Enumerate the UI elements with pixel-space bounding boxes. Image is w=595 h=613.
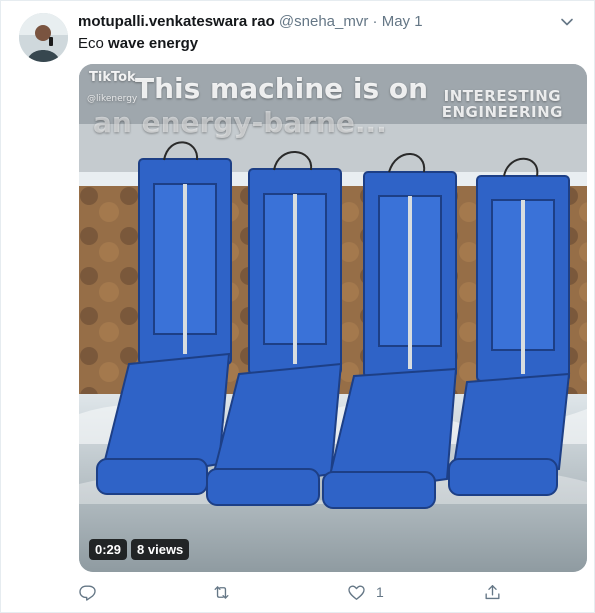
video-player[interactable]: TikTok @likenergy This machine is on an … (79, 64, 587, 572)
tweet-card[interactable]: motupalli.venkateswara rao @sneha_mvr · … (0, 0, 595, 613)
tweet-text-plain: Eco (78, 35, 104, 52)
video-duration: 0:29 (89, 539, 128, 560)
video-views: 8 views (131, 539, 190, 560)
retweet-icon (214, 585, 229, 599)
video-caption-line1: This machine is on (135, 72, 429, 105)
tweet-actions: 1 (78, 581, 500, 603)
tiktok-logo: TikTok (89, 70, 136, 85)
reply-button[interactable] (78, 581, 107, 603)
share-button[interactable] (483, 581, 512, 603)
author-handle[interactable]: @sneha_mvr (279, 13, 368, 30)
reply-icon (79, 584, 96, 601)
brand-watermark: INTERESTING ENGINEERING (442, 88, 563, 120)
like-count: 1 (376, 584, 384, 600)
avatar-image (19, 13, 68, 62)
separator: · (372, 13, 378, 30)
author-name[interactable]: motupalli.venkateswara rao (78, 13, 275, 30)
like-button[interactable]: 1 (347, 581, 384, 603)
video-meta: 0:29 8 views (89, 539, 190, 560)
tweet-header: motupalli.venkateswara rao @sneha_mvr · … (78, 13, 580, 33)
avatar[interactable] (19, 13, 68, 62)
tweet-text: Eco wave energy (78, 35, 198, 52)
video-frame (79, 64, 587, 572)
retweet-button[interactable] (212, 581, 241, 603)
brand-line2: ENGINEERING (441, 103, 563, 121)
chevron-down-icon[interactable] (560, 15, 574, 29)
tweet-date[interactable]: May 1 (382, 13, 423, 30)
brand-line1: INTERESTING (443, 87, 562, 105)
video-caption-line2: an energy-barne... (93, 106, 387, 139)
tweet-text-bold: wave energy (108, 35, 199, 52)
tiktok-user: @likenergy (87, 94, 138, 104)
share-icon (485, 584, 500, 599)
heart-icon (348, 584, 365, 600)
